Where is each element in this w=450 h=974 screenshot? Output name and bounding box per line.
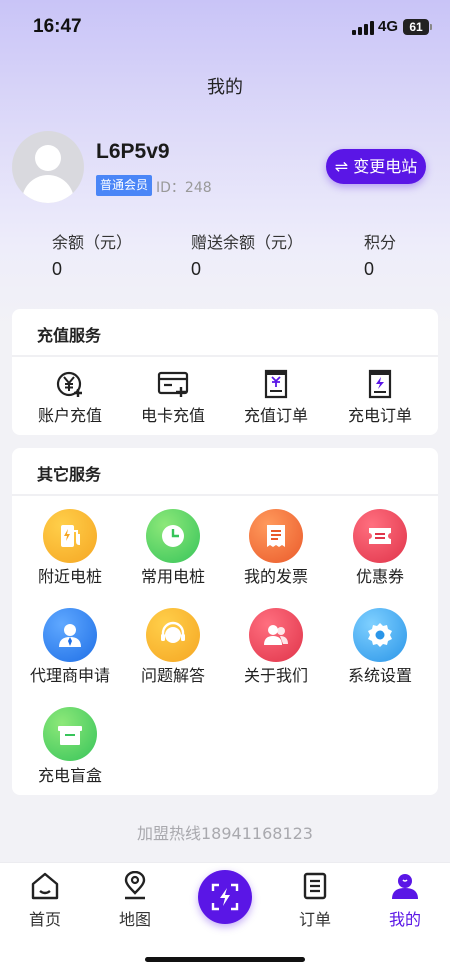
tab-orders[interactable]: 订单 [270,863,360,933]
service-label: 常用电桩 [140,567,205,586]
card-plus-icon [157,371,189,397]
service-label: 问题解答 [140,666,205,685]
other-services-title: 其它服务 [37,465,102,484]
recharge-item-label: 充值订单 [243,406,308,425]
recharge-services-title: 充值服务 [37,326,102,345]
scan-charge-button[interactable] [198,870,252,924]
member-level-badge: 普通会员 [96,175,153,196]
scan-charge-icon [211,883,239,911]
home-icon [31,872,59,900]
tab-label: 订单 [298,910,331,929]
tab-profile[interactable]: 我的 [360,863,450,933]
order-list-icon [303,872,327,900]
user-id: ID：248 [156,180,212,196]
yuan-doc-icon [264,369,288,399]
bolt-doc-icon [368,369,392,399]
tab-label: 我的 [388,910,421,929]
recharge-item-label: 账户充值 [37,406,102,425]
balance-label: 余额（元） [52,233,133,252]
bonus-balance-value[interactable]: 0 [191,259,201,280]
avatar[interactable] [12,131,84,203]
divider [12,494,438,496]
points-value[interactable]: 0 [364,259,374,280]
recharge-item-label: 充电订单 [347,406,412,425]
home-indicator [145,957,305,962]
points-label: 积分 [364,233,397,252]
recharge-item-label: 电卡充值 [140,406,205,425]
status-bar: 16:47 4G 61 [0,0,450,56]
profile-icon [392,874,418,899]
ticket-icon [353,509,407,563]
people-icon [249,608,303,662]
page-title: 我的 [207,77,243,98]
receipt-icon [249,509,303,563]
bonus-balance-label: 赠送余额（元） [191,233,304,252]
status-time: 16:47 [33,16,82,37]
service-label: 充电盲盒 [37,766,102,785]
franchise-hotline[interactable]: 加盟热线18941168123 [0,820,450,844]
signal-icon [352,21,374,35]
battery-icon: 61 [403,19,432,35]
divider [12,355,438,357]
tab-map[interactable]: 地图 [90,863,180,933]
charging-pile-icon [43,509,97,563]
service-label: 系统设置 [347,666,412,685]
change-station-button[interactable]: ⇌ 变更电站 [326,149,426,184]
tab-label: 首页 [28,910,61,929]
gift-box-icon [43,707,97,761]
gear-icon [353,608,407,662]
tab-home[interactable]: 首页 [0,863,90,933]
username: L6P5v9 [96,140,170,163]
headset-icon [146,608,200,662]
balance-value[interactable]: 0 [52,259,62,280]
clock-icon [146,509,200,563]
service-label: 优惠券 [355,567,404,586]
tab-label: 地图 [118,910,151,929]
service-label: 关于我们 [243,666,308,685]
network-type: 4G [378,18,399,35]
service-label: 代理商申请 [29,666,110,685]
service-label: 附近电桩 [37,567,102,586]
yuan-plus-icon [56,371,82,397]
map-pin-icon [124,871,146,900]
service-label: 我的发票 [243,567,308,586]
agent-icon [43,608,97,662]
